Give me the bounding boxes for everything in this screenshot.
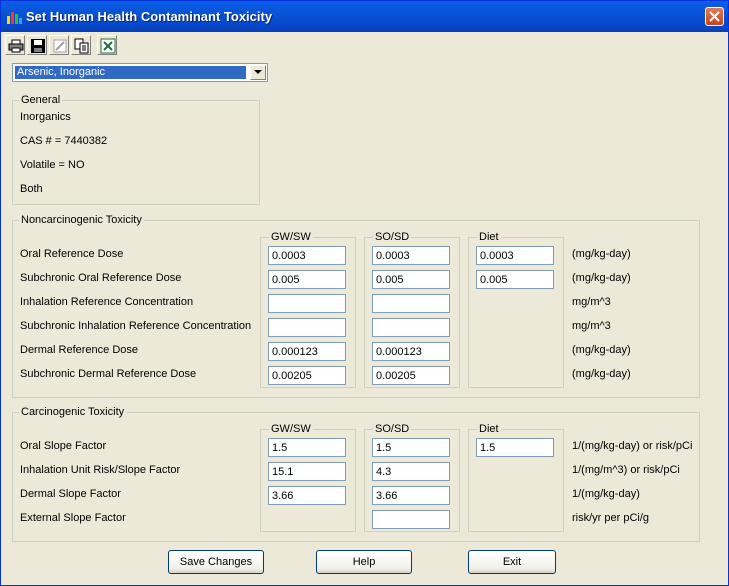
window-title: Set Human Health Contaminant Toxicity [26,9,273,24]
oral-rfd-unit: (mg/kg-day) [572,248,631,260]
save-disk-icon [31,39,45,53]
external-sf-unit: risk/yr per pCi/g [572,512,650,524]
dermal-sf-unit: 1/(mg/kg-day) [572,488,640,500]
dermal-sf-gwsw-input[interactable] [268,486,346,505]
subchronic-inhalation-reference-concentration-label: Subchronic Inhalation Reference Concentr… [20,320,252,332]
exit-button[interactable]: Exit [468,550,556,574]
subchronic-oral-rfd-diet-input[interactable] [476,270,554,289]
scope-text: Both [20,183,43,195]
noncarcinogenic-group-label: Noncarcinogenic Toxicity [19,214,144,226]
printer-icon [8,39,24,53]
dermal-rfd-sosd-input[interactable] [372,342,450,361]
inhalation-reference-concentration-label: Inhalation Reference Concentration [20,296,194,308]
contaminant-selected-value: Arsenic, Inorganic [15,66,246,79]
inhalation-ur-gwsw-input[interactable] [268,462,346,481]
print-button[interactable] [5,35,25,55]
oral-rfd-sosd-input[interactable] [372,246,450,265]
dermal-rfd-gwsw-input[interactable] [268,342,346,361]
external-slope-factor-label: External Slope Factor [20,512,126,524]
oral-rfd-diet-input[interactable] [476,246,554,265]
close-icon [709,11,720,22]
subchronic-inhalation-rfc-sosd-input[interactable] [372,318,450,337]
copy-icon [74,38,89,54]
subchronic-dermal-rfd-sosd-input[interactable] [372,366,450,385]
edit-pencil-icon [53,39,67,53]
subchronic-inhalation-rfc-gwsw-input[interactable] [268,318,346,337]
oral-rfd-gwsw-input[interactable] [268,246,346,265]
category-text: Inorganics [20,111,71,123]
bar-chart-app-icon [7,12,22,24]
copy-button[interactable] [71,35,91,55]
oral-sf-gwsw-input[interactable] [268,438,346,457]
carc-diet-header: Diet [477,423,501,435]
subchronic-oral-rfd-unit: (mg/kg-day) [572,272,631,284]
noncarc-gwsw-header: GW/SW [269,231,313,243]
dermal-slope-factor-label: Dermal Slope Factor [20,488,121,500]
inhalation-rfc-gwsw-input[interactable] [268,294,346,313]
noncarc-sosd-header: SO/SD [373,231,412,243]
dermal-reference-dose-label: Dermal Reference Dose [20,344,138,356]
edit-button[interactable] [49,35,69,55]
inhalation-rfc-sosd-input[interactable] [372,294,450,313]
carc-sosd-header: SO/SD [373,423,412,435]
subchronic-oral-rfd-sosd-input[interactable] [372,270,450,289]
subchronic-dermal-reference-dose-label: Subchronic Dermal Reference Dose [20,368,197,380]
inhalation-rfc-unit: mg/m^3 [572,296,611,308]
subchronic-inhalation-rfc-unit: mg/m^3 [572,320,611,332]
help-button[interactable]: Help [316,550,412,574]
contaminant-select[interactable]: Arsenic, Inorganic [12,63,268,82]
general-group-label: General [19,94,63,106]
carcinogenic-group-label: Carcinogenic Toxicity [19,406,127,418]
oral-slope-factor-label: Oral Slope Factor [20,440,107,452]
dermal-sf-sosd-input[interactable] [372,486,450,505]
excel-button[interactable] [97,35,117,55]
subchronic-dermal-rfd-unit: (mg/kg-day) [572,368,631,380]
oral-sf-unit: 1/(mg/kg-day) or risk/pCi [572,440,693,452]
carc-gwsw-header: GW/SW [269,423,313,435]
oral-sf-sosd-input[interactable] [372,438,450,457]
close-button[interactable] [705,7,724,26]
chevron-down-icon [254,70,262,74]
external-sf-sosd-input[interactable] [372,510,450,529]
oral-sf-diet-input[interactable] [476,438,554,457]
save-toolbar-button[interactable] [27,35,47,55]
inhalation-ur-unit: 1/(mg/m^3) or risk/pCi [572,464,680,476]
dermal-rfd-unit: (mg/kg-day) [572,344,631,356]
dialog-window: Set Human Health Contaminant Toxicity Ar… [0,0,729,586]
subchronic-dermal-rfd-gwsw-input[interactable] [268,366,346,385]
dropdown-button[interactable] [250,65,266,80]
volatile-text: Volatile = NO [20,159,85,171]
inhalation-unit-risk-label: Inhalation Unit Risk/Slope Factor [20,464,181,476]
noncarc-diet-header: Diet [477,231,501,243]
subchronic-oral-reference-dose-label: Subchronic Oral Reference Dose [20,272,182,284]
oral-reference-dose-label: Oral Reference Dose [20,248,124,260]
subchronic-oral-rfd-gwsw-input[interactable] [268,270,346,289]
excel-export-icon [100,38,116,54]
title-bar: Set Human Health Contaminant Toxicity [1,1,728,32]
inhalation-ur-sosd-input[interactable] [372,462,450,481]
cas-number-text: CAS # = 7440382 [20,135,108,147]
save-changes-button[interactable]: Save Changes [168,550,264,574]
